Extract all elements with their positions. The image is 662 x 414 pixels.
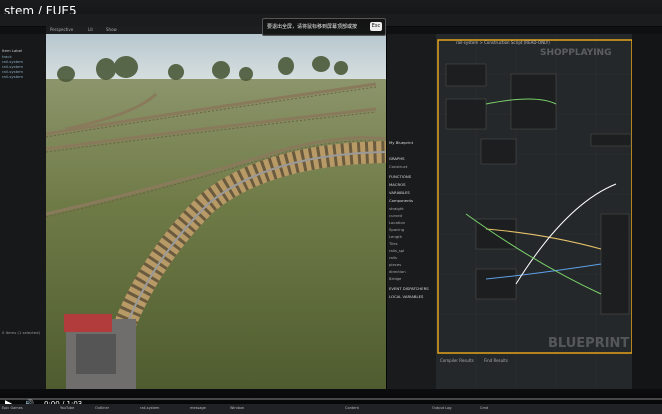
variable-row[interactable]: Tiles bbox=[389, 241, 398, 246]
section-graphs[interactable]: GRAPHS bbox=[389, 156, 405, 161]
perspective-button[interactable]: Perspective bbox=[50, 27, 73, 32]
variable-row[interactable]: Spacing bbox=[389, 227, 404, 232]
variable-row[interactable]: curved bbox=[389, 213, 402, 218]
variable-row[interactable]: rails_spl bbox=[389, 248, 404, 253]
variable-row[interactable]: straight bbox=[389, 206, 404, 211]
outliner-header: Item Label bbox=[2, 48, 23, 53]
taskbar-item[interactable]: Content bbox=[345, 406, 359, 410]
fullscreen-message: 要退出全屏，请将鼠标移到屏幕顶部或按 bbox=[267, 24, 358, 30]
taskbar-item[interactable]: Epic Games bbox=[2, 406, 23, 410]
item-construct[interactable]: Construct bbox=[389, 164, 407, 169]
show-button[interactable]: Show bbox=[106, 27, 117, 32]
variable-row[interactable]: direction bbox=[389, 269, 406, 274]
taskbar-item[interactable]: Window bbox=[230, 406, 244, 410]
variable-row[interactable]: pieces bbox=[389, 262, 401, 267]
find-results-tab[interactable]: Find Results bbox=[484, 358, 508, 363]
section-macros[interactable]: MACROS bbox=[389, 182, 406, 187]
taskbar-item[interactable]: Output Log bbox=[432, 406, 452, 410]
taskbar-item[interactable]: message bbox=[190, 406, 206, 410]
right-sidebar bbox=[632, 34, 662, 389]
graph-badge: SHOPPLAYING bbox=[540, 48, 612, 58]
outliner-row[interactable]: rail-system bbox=[2, 64, 23, 69]
outliner-row[interactable]: rail-system bbox=[2, 59, 23, 64]
outliner-row[interactable]: track bbox=[2, 54, 12, 59]
landscape-scene bbox=[46, 34, 386, 389]
section-functions[interactable]: FUNCTIONS bbox=[389, 174, 411, 179]
compiler-results-tab[interactable]: Compiler Results bbox=[440, 358, 474, 363]
blueprint-watermark: BLUEPRINT bbox=[548, 336, 630, 351]
section-variables[interactable]: VARIABLES bbox=[389, 190, 410, 195]
variable-row[interactable]: rails bbox=[389, 255, 397, 260]
level-viewport[interactable] bbox=[46, 34, 386, 389]
blueprint-graph[interactable]: rail-system > Construction Script (READ-… bbox=[436, 34, 633, 389]
section-local-variables[interactable]: LOCAL VARIABLES bbox=[389, 294, 423, 299]
section-components[interactable]: Components bbox=[389, 198, 413, 203]
lit-button[interactable]: Lit bbox=[88, 27, 93, 32]
outliner-footer: 0 items (1 selected) bbox=[2, 330, 40, 335]
outliner-row[interactable]: rail-system bbox=[2, 69, 23, 74]
variable-row[interactable]: Length bbox=[389, 234, 402, 239]
outliner-panel: Item Label track rail-system rail-system… bbox=[0, 34, 47, 389]
fullscreen-notice: 要退出全屏，请将鼠标移到屏幕顶部或按 Esc bbox=[262, 18, 386, 36]
variable-row[interactable]: Location bbox=[389, 220, 405, 225]
section-event-dispatchers[interactable]: EVENT DISPATCHERS bbox=[389, 286, 429, 291]
outliner-row[interactable]: rail-system bbox=[2, 74, 23, 79]
graph-breadcrumb: rail-system > Construction Script (READ-… bbox=[456, 40, 550, 45]
taskbar: Epic Games YouTube Outliner rail-system … bbox=[0, 404, 662, 414]
esc-key: Esc bbox=[370, 22, 382, 31]
taskbar-item[interactable]: Cmd bbox=[480, 406, 488, 410]
my-blueprint-panel: My Blueprint GRAPHS Construct FUNCTIONS … bbox=[386, 34, 437, 389]
taskbar-item[interactable]: YouTube bbox=[60, 406, 74, 410]
variable-row[interactable]: Bridge bbox=[389, 276, 401, 281]
video-progress[interactable] bbox=[0, 398, 662, 400]
taskbar-item[interactable]: Outliner bbox=[95, 406, 109, 410]
my-blueprint-header: My Blueprint bbox=[389, 140, 414, 145]
taskbar-item[interactable]: rail-system bbox=[140, 406, 159, 410]
